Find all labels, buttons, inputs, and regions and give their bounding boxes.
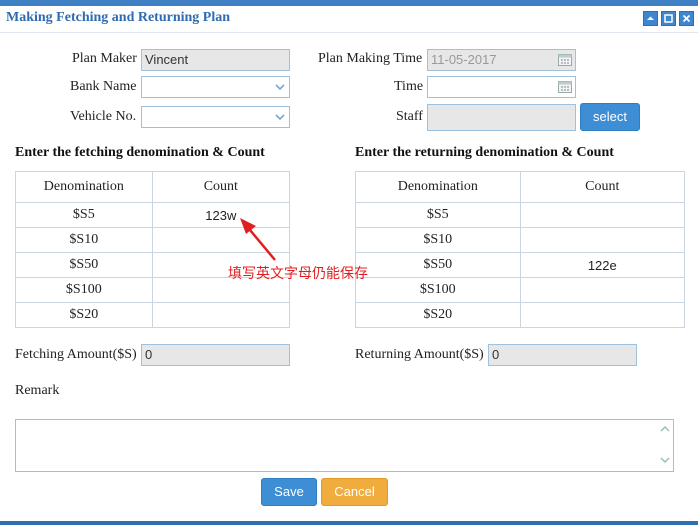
- scroll-up-icon[interactable]: [659, 424, 671, 434]
- annotation-note: 填写英文字母仍能保存: [228, 266, 368, 282]
- plan-maker-field[interactable]: Vincent: [141, 49, 290, 71]
- returning-table: Denomination Count $S5 $S10 $S50 122e $S…: [355, 171, 686, 328]
- denomination-cell: $S10: [355, 227, 521, 253]
- calendar-icon: [558, 54, 572, 66]
- bank-name-select[interactable]: [141, 76, 290, 98]
- plan-making-time-field[interactable]: 11-05-2017: [427, 49, 576, 71]
- table-row: $S20: [355, 302, 686, 328]
- cancel-button[interactable]: Cancel: [321, 478, 388, 506]
- column-header-count: Count: [151, 171, 291, 203]
- fetching-amount-label: Fetching Amount($S): [15, 347, 137, 362]
- select-staff-button[interactable]: select: [580, 103, 640, 131]
- maximize-icon[interactable]: [661, 11, 676, 26]
- annotation-arrow-icon: [240, 218, 276, 261]
- denomination-cell: $S50: [15, 252, 153, 278]
- plan-making-time-label: Plan Making Time: [318, 51, 423, 66]
- denomination-cell: $S50: [355, 252, 521, 278]
- plan-making-time-value: 11-05-2017: [431, 52, 497, 67]
- count-input[interactable]: [519, 277, 686, 303]
- denomination-cell: $S100: [15, 277, 153, 303]
- window-title: Making Fetching and Returning Plan: [6, 10, 231, 25]
- returning-amount-label: Returning Amount($S): [355, 347, 484, 362]
- count-input[interactable]: [151, 302, 291, 328]
- scroll-down-icon[interactable]: [659, 455, 671, 465]
- column-header-denomination: Denomination: [15, 171, 153, 203]
- table-row: $S10: [355, 227, 686, 253]
- column-header-denomination: Denomination: [355, 171, 521, 203]
- denomination-cell: $S10: [15, 227, 153, 253]
- staff-label: Staff: [396, 109, 423, 124]
- denomination-cell: $S20: [355, 302, 521, 328]
- bank-name-label: Bank Name: [70, 79, 137, 94]
- denomination-cell: $S5: [15, 202, 153, 228]
- count-input[interactable]: [519, 227, 686, 253]
- count-input[interactable]: [519, 202, 686, 228]
- remark-textarea[interactable]: [15, 419, 674, 472]
- denomination-cell: $S5: [355, 202, 521, 228]
- chevron-down-icon: [275, 84, 285, 91]
- table-row: $S5: [355, 202, 686, 228]
- staff-field[interactable]: [427, 104, 576, 131]
- count-input[interactable]: 122e: [519, 252, 686, 278]
- time-label: Time: [394, 79, 424, 94]
- save-button[interactable]: Save: [261, 478, 317, 506]
- table-row: $S20: [15, 302, 291, 328]
- table-row: $S100: [355, 277, 686, 303]
- vehicle-no-select[interactable]: [141, 106, 290, 128]
- calendar-icon: [558, 81, 572, 93]
- collapse-icon[interactable]: [643, 11, 658, 26]
- column-header-count: Count: [519, 171, 686, 203]
- count-input[interactable]: [519, 302, 686, 328]
- fetching-amount-field[interactable]: 0: [141, 344, 290, 366]
- table-header-row: Denomination Count: [355, 171, 686, 203]
- plan-maker-label: Plan Maker: [72, 51, 137, 66]
- chevron-down-icon: [275, 114, 285, 121]
- vehicle-no-label: Vehicle No.: [70, 109, 137, 124]
- window-bottom-border: [0, 521, 698, 525]
- returning-amount-field[interactable]: 0: [488, 344, 637, 366]
- close-icon[interactable]: [679, 11, 694, 26]
- time-field[interactable]: [427, 76, 576, 98]
- table-header-row: Denomination Count: [15, 171, 291, 203]
- denomination-cell: $S100: [355, 277, 521, 303]
- returning-heading: Enter the returning denomination & Count: [355, 145, 614, 160]
- denomination-cell: $S20: [15, 302, 153, 328]
- fetching-heading: Enter the fetching denomination & Count: [15, 145, 265, 160]
- remark-label: Remark: [15, 383, 60, 398]
- table-row: $S50 122e: [355, 252, 686, 278]
